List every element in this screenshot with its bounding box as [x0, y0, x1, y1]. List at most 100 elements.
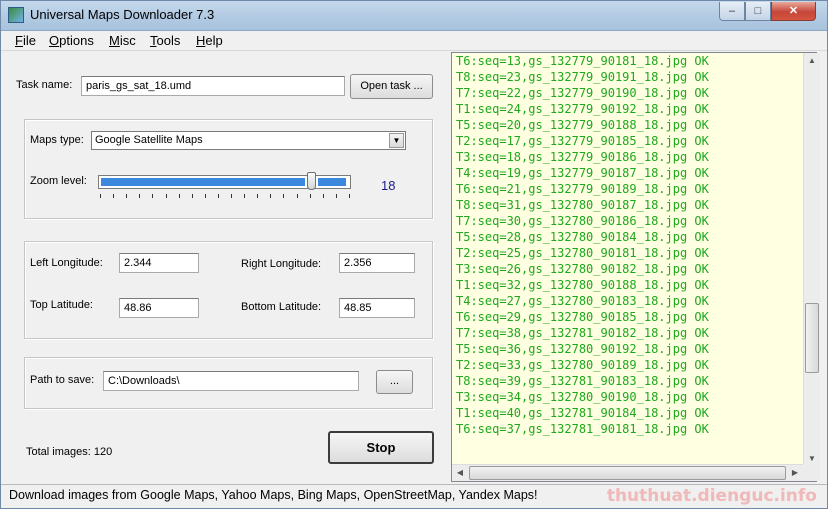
zoom-slider-fill-right: [318, 178, 346, 186]
total-images-value: 120: [93, 446, 113, 458]
zoom-tick: [179, 194, 180, 198]
menu-help-accel: H: [196, 33, 206, 48]
maps-type-select[interactable]: Google Satellite Maps ▼: [91, 131, 406, 150]
download-log[interactable]: T6:seq=13,gs_132779_90181_18.jpg OK T8:se…: [451, 52, 817, 482]
log-line: T2:seq=33,gs_132780_90189_18.jpg OK: [456, 358, 709, 372]
zoom-tick: [257, 194, 258, 198]
zoom-slider-thumb[interactable]: [307, 172, 316, 190]
log-line: T6:seq=29,gs_132780_90185_18.jpg OK: [456, 310, 709, 324]
zoom-tick: [152, 194, 153, 198]
menu-options-label: ptions: [59, 33, 94, 48]
stop-button[interactable]: Stop: [328, 431, 434, 464]
bottom-latitude-input[interactable]: 48.85: [339, 298, 415, 318]
menu-bar: File Options Misc Tools Help: [1, 31, 827, 51]
log-line: T3:seq=34,gs_132780_90190_18.jpg OK: [456, 390, 709, 404]
total-images: Total images: 120: [26, 446, 112, 458]
log-line: T3:seq=26,gs_132780_90182_18.jpg OK: [456, 262, 709, 276]
menu-file-label: ile: [22, 33, 36, 48]
log-line: T5:seq=36,gs_132780_90192_18.jpg OK: [456, 342, 709, 356]
zoom-tick: [100, 194, 101, 198]
scroll-right-icon[interactable]: ▶: [787, 465, 803, 481]
zoom-slider-ticks: [100, 194, 350, 200]
status-text: Download images from Google Maps, Yahoo …: [9, 488, 538, 502]
log-line: T2:seq=25,gs_132780_90181_18.jpg OK: [456, 246, 709, 260]
log-horizontal-scrollbar[interactable]: ◀ ▶: [452, 464, 803, 481]
menu-file[interactable]: File: [15, 33, 36, 48]
close-button[interactable]: ✕: [771, 2, 816, 21]
menu-options-accel: O: [49, 33, 60, 48]
minimize-button[interactable]: –: [719, 2, 745, 21]
log-line: T2:seq=17,gs_132779_90185_18.jpg OK: [456, 134, 709, 148]
top-latitude-label: Top Latitude:: [30, 299, 93, 311]
zoom-tick: [323, 194, 324, 198]
zoom-tick: [244, 194, 245, 198]
menu-file-accel: F: [15, 33, 23, 48]
zoom-tick: [166, 194, 167, 198]
log-line: T4:seq=19,gs_132779_90187_18.jpg OK: [456, 166, 709, 180]
path-input[interactable]: C:\Downloads\: [103, 371, 359, 391]
zoom-tick: [139, 194, 140, 198]
menu-misc-label: isc: [119, 33, 136, 48]
menu-options[interactable]: Options: [49, 33, 94, 48]
zoom-level-label: Zoom level:: [30, 175, 87, 187]
top-latitude-input[interactable]: 48.86: [119, 298, 199, 318]
log-line: T5:seq=28,gs_132780_90184_18.jpg OK: [456, 230, 709, 244]
menu-tools[interactable]: Tools: [150, 33, 180, 48]
app-map-icon: [8, 7, 24, 23]
watermark: thuthuat.dienguc.info: [606, 486, 817, 506]
app-window: Universal Maps Downloader 7.3 – □ ✕ File…: [0, 0, 828, 509]
zoom-tick: [113, 194, 114, 198]
log-line: T4:seq=27,gs_132780_90183_18.jpg OK: [456, 294, 709, 308]
task-name-input[interactable]: paris_gs_sat_18.umd: [81, 76, 345, 96]
path-label: Path to save:: [30, 374, 95, 386]
log-line: T7:seq=22,gs_132779_90190_18.jpg OK: [456, 86, 709, 100]
bottom-latitude-label: Bottom Latitude:: [241, 301, 322, 313]
zoom-level-value: 18: [381, 178, 396, 193]
log-line: T7:seq=30,gs_132780_90186_18.jpg OK: [456, 214, 709, 228]
task-name-label: Task name:: [16, 79, 73, 91]
zoom-tick: [336, 194, 337, 198]
log-line: T6:seq=21,gs_132779_90189_18.jpg OK: [456, 182, 709, 196]
maps-type-label: Maps type:: [30, 134, 84, 146]
log-line: T7:seq=38,gs_132781_90182_18.jpg OK: [456, 326, 709, 340]
menu-tools-label: ools: [156, 33, 181, 48]
scroll-left-icon[interactable]: ◀: [452, 465, 468, 481]
log-line: T1:seq=32,gs_132780_90188_18.jpg OK: [456, 278, 709, 292]
log-line: T6:seq=13,gs_132779_90181_18.jpg OK: [456, 54, 709, 68]
zoom-tick: [310, 194, 311, 198]
scroll-up-icon[interactable]: ▲: [804, 53, 820, 69]
log-vertical-scroll-thumb[interactable]: [805, 303, 819, 373]
log-vertical-scrollbar[interactable]: ▲ ▼: [803, 53, 820, 467]
left-longitude-label: Left Longitude:: [30, 257, 103, 269]
zoom-tick: [192, 194, 193, 198]
zoom-tick: [349, 194, 350, 198]
zoom-tick: [297, 194, 298, 198]
menu-misc-accel: M: [109, 33, 120, 48]
zoom-slider[interactable]: [98, 172, 351, 190]
browse-path-button[interactable]: ...: [376, 370, 413, 394]
menu-misc[interactable]: Misc: [109, 33, 136, 48]
log-horizontal-scroll-thumb[interactable]: [469, 466, 786, 480]
scrollbar-corner: [803, 464, 820, 481]
title-bar[interactable]: Universal Maps Downloader 7.3 – □ ✕: [1, 1, 827, 31]
log-line: T8:seq=23,gs_132779_90191_18.jpg OK: [456, 70, 709, 84]
zoom-tick: [270, 194, 271, 198]
zoom-tick: [283, 194, 284, 198]
right-longitude-input[interactable]: 2.356: [339, 253, 415, 273]
log-line: T8:seq=31,gs_132780_90187_18.jpg OK: [456, 198, 709, 212]
left-longitude-input[interactable]: 2.344: [119, 253, 199, 273]
maximize-button[interactable]: □: [745, 2, 771, 21]
window-title: Universal Maps Downloader 7.3: [30, 7, 215, 22]
status-bar: Download images from Google Maps, Yahoo …: [1, 484, 827, 508]
menu-help[interactable]: Help: [196, 33, 223, 48]
chevron-down-icon[interactable]: ▼: [389, 133, 404, 148]
open-task-button[interactable]: Open task ...: [350, 74, 433, 99]
zoom-tick: [126, 194, 127, 198]
maps-type-value: Google Satellite Maps: [95, 134, 203, 146]
zoom-tick: [218, 194, 219, 198]
right-longitude-label: Right Longitude:: [241, 258, 322, 270]
log-line: T1:seq=40,gs_132781_90184_18.jpg OK: [456, 406, 709, 420]
total-images-label: Total images:: [26, 446, 91, 458]
zoom-slider-fill: [101, 178, 305, 186]
menu-help-label: elp: [205, 33, 223, 48]
